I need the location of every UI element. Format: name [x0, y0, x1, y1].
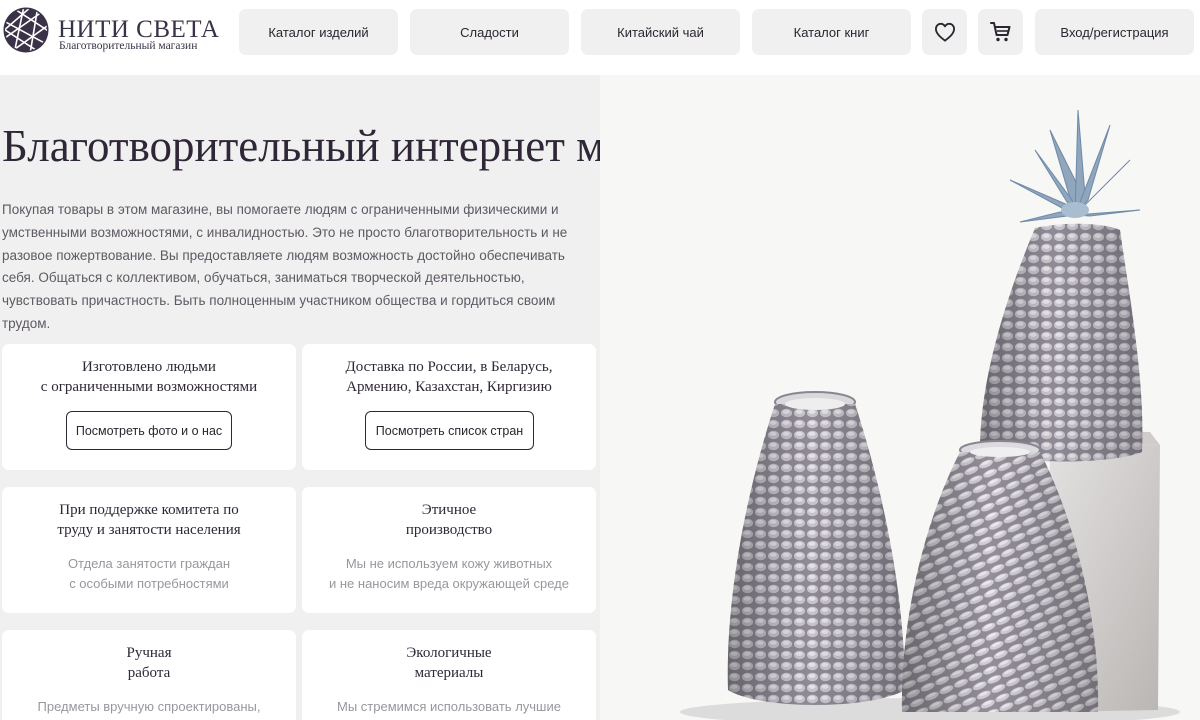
feature-card-ethical-production: Этичное производство Мы не используем ко…	[302, 487, 596, 613]
card-title: Ручная работа	[126, 645, 172, 681]
favorites-button[interactable]	[922, 9, 967, 55]
nav-books-button[interactable]: Каталог книг	[752, 9, 911, 55]
heart-icon	[934, 22, 955, 42]
card-text: Мы не используем кожу животных и не нано…	[329, 556, 569, 591]
feature-card-eco-materials: Экологичные материалы Мы стремимся испол…	[302, 630, 596, 720]
feature-card-committee-support: При поддержке комитета по труду и занято…	[2, 487, 296, 613]
hero-vases-photo	[600, 75, 1200, 720]
card-title: Доставка по России, в Беларусь, Армению,…	[345, 359, 553, 395]
logo-ball-icon	[3, 7, 49, 53]
view-photos-about-button[interactable]: Посмотреть фото и о нас	[66, 411, 232, 450]
view-countries-button[interactable]: Посмотреть список стран	[365, 411, 534, 450]
card-text: Отдела занятости граждан с особыми потре…	[67, 556, 231, 591]
login-button[interactable]: Вход/регистрация	[1035, 9, 1194, 55]
site-logo[interactable]: НИТИ СВЕТА Благотворительный магазин	[2, 6, 232, 62]
feature-card-made-by-people: Изготовлено людьми с ограниченными возмо…	[2, 344, 296, 470]
nav-chinese-tea-button[interactable]: Китайский чай	[581, 9, 740, 55]
nav-catalog-button[interactable]: Каталог изделий	[239, 9, 398, 55]
site-header: НИТИ СВЕТА Благотворительный магазин Кат…	[0, 0, 1200, 75]
card-title: Изготовлено людьми с ограниченными возмо…	[40, 359, 258, 395]
card-title: При поддержке комитета по труду и занято…	[57, 502, 241, 538]
card-text: Мы стремимся использовать лучшие	[337, 699, 561, 714]
cart-button[interactable]	[978, 9, 1023, 55]
card-title: Экологичные материалы	[406, 645, 492, 681]
hero-description: Покупая товары в этом магазине, вы помог…	[2, 202, 568, 331]
cart-icon	[989, 22, 1010, 42]
logo-subtitle: Благотворительный магазин	[59, 40, 198, 52]
card-text: Предметы вручную спроектированы,	[37, 699, 261, 714]
nav-sweets-button[interactable]: Сладости	[410, 9, 569, 55]
feature-card-handmade: Ручная работа Предметы вручную спроектир…	[2, 630, 296, 720]
card-title: Этичное производство	[405, 502, 493, 538]
feature-card-delivery: Доставка по России, в Беларусь, Армению,…	[302, 344, 596, 470]
